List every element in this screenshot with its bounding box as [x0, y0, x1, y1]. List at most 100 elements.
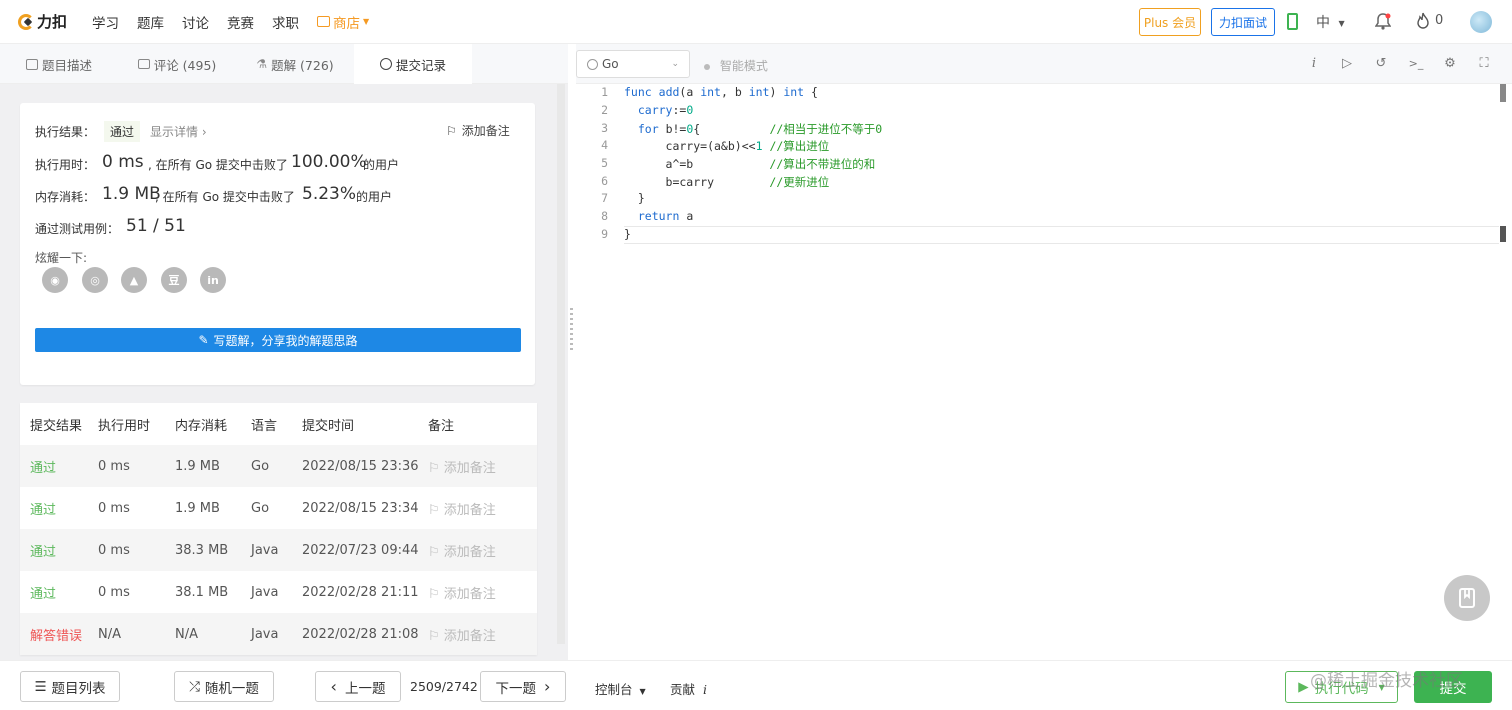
chevron-left-icon: ‹ — [330, 677, 337, 696]
language-label: 中 — [1316, 15, 1330, 31]
contribute-link[interactable]: 贡献 i — [670, 679, 707, 698]
info-icon — [587, 58, 598, 70]
plus-member-button[interactable]: Plus 会员 — [1139, 8, 1201, 36]
nav-item-discuss[interactable]: 讨论 — [182, 12, 209, 32]
points-display[interactable]: 0 — [1416, 12, 1443, 29]
language-switch[interactable]: 中 ▼ — [1316, 12, 1345, 32]
row-result[interactable]: 通过 — [20, 499, 98, 518]
row-language: Java — [251, 584, 279, 600]
row-result[interactable]: 通过 — [20, 541, 98, 560]
settings-icon[interactable]: ⚙ — [1442, 56, 1458, 72]
row-runtime: 0 ms — [98, 584, 130, 600]
table-row[interactable]: 通过 0 ms 1.9 MB Go 2022/08/15 23:36 ⚐ 添加备… — [20, 445, 537, 487]
row-result[interactable]: 解答错误 — [20, 625, 98, 644]
flag-icon: ⚐ — [428, 460, 444, 476]
nav-item-jobs[interactable]: 求职 — [272, 12, 299, 32]
comment-icon — [137, 59, 150, 69]
reset-icon[interactable]: ↺ — [1373, 56, 1389, 72]
row-date: 2022/08/15 23:34 — [302, 500, 419, 516]
qq-icon[interactable]: ▲ — [121, 267, 147, 293]
memory-text: , 在所有 Go 提交中击败了 — [155, 190, 295, 204]
mobile-icon[interactable] — [1287, 13, 1298, 30]
code-line: carry=(a&b)<<1 //算出进位 — [624, 139, 830, 153]
tab-comments[interactable]: 评论 (495) — [118, 44, 236, 84]
test-cases-label: 通过测试用例： — [35, 222, 120, 236]
line-number: 7 — [601, 191, 608, 205]
fullscreen-icon[interactable]: ⛶ — [1476, 56, 1492, 72]
nav-item-shop[interactable]: 商店 ▼ — [317, 12, 369, 32]
editor-scrollbar[interactable] — [1500, 84, 1506, 102]
drag-handle-icon[interactable] — [570, 308, 573, 350]
row-result[interactable]: 通过 — [20, 457, 98, 476]
wechat-icon[interactable]: ◉ — [42, 267, 68, 293]
avatar[interactable] — [1470, 11, 1492, 33]
show-details-link[interactable]: 显示详情 › — [150, 123, 207, 140]
weibo-icon[interactable]: ◎ — [82, 267, 108, 293]
smart-mode-toggle[interactable]: 智能模式 — [704, 57, 768, 74]
row-add-note[interactable]: ⚐ 添加备注 — [428, 583, 528, 602]
note-label: 添加备注 — [443, 628, 496, 644]
table-row[interactable]: 解答错误 N/A N/A Java 2022/02/28 21:08 ⚐ 添加备… — [20, 613, 537, 655]
douban-icon[interactable]: 豆 — [161, 267, 187, 293]
prev-problem-button[interactable]: ‹ 上一题 — [315, 671, 401, 702]
line-number: 1 — [601, 85, 608, 99]
problem-list-button[interactable]: ☰ 题目列表 — [20, 671, 120, 702]
terminal-icon[interactable]: >_ — [1408, 56, 1424, 72]
memory-percent: 5.23% — [302, 184, 357, 204]
row-add-note[interactable]: ⚐ 添加备注 — [428, 625, 528, 644]
line-number: 9 — [601, 227, 608, 241]
play-outline-icon[interactable]: ▷ — [1339, 56, 1355, 72]
next-problem-button[interactable]: 下一题 › — [480, 671, 566, 702]
row-memory: 1.9 MB — [175, 458, 220, 474]
row-language: Go — [251, 500, 270, 516]
linkedin-icon[interactable]: in — [200, 267, 226, 293]
tab-solutions[interactable]: ⚗ 题解 (726) — [236, 44, 354, 84]
problem-list-label: 题目列表 — [51, 680, 106, 697]
dot-icon — [704, 63, 710, 70]
row-date: 2022/07/23 09:44 — [302, 542, 419, 558]
add-note-label: 添加备注 — [461, 124, 510, 138]
row-runtime: 0 ms — [98, 542, 130, 558]
row-runtime: 0 ms — [98, 458, 130, 474]
row-add-note[interactable]: ⚐ 添加备注 — [428, 457, 528, 476]
console-label: 控制台 — [595, 682, 633, 697]
line-number: 6 — [601, 174, 608, 188]
panel-splitter[interactable] — [568, 84, 576, 660]
row-add-note[interactable]: ⚐ 添加备注 — [428, 499, 528, 518]
table-row[interactable]: 通过 0 ms 38.1 MB Java 2022/02/28 21:11 ⚐ … — [20, 571, 537, 613]
logo[interactable]: 力扣 — [18, 11, 74, 32]
fire-icon — [1417, 12, 1429, 29]
tab-submissions[interactable]: 提交记录 — [354, 44, 472, 84]
write-solution-button[interactable]: ✎ 写题解，分享我的解题思路 — [35, 328, 521, 352]
code-editor[interactable]: 1 2 3 4 5 6 7 8 9 func add(a int, b int)… — [576, 84, 1512, 660]
tab-description[interactable]: 题目描述 — [0, 44, 118, 84]
nav-item-contest[interactable]: 竞赛 — [227, 12, 254, 32]
line-number: 4 — [601, 138, 608, 152]
nav-item-problems[interactable]: 题库 — [137, 12, 164, 32]
interview-button[interactable]: 力扣面试 — [1211, 8, 1275, 36]
shuffle-icon: ⤮ — [189, 678, 200, 695]
table-row[interactable]: 通过 0 ms 1.9 MB Go 2022/08/15 23:34 ⚐ 添加备… — [20, 487, 537, 529]
random-problem-button[interactable]: ⤮ 随机一题 — [174, 671, 274, 702]
prev-label: 上一题 — [344, 680, 386, 697]
row-result[interactable]: 通过 — [20, 583, 98, 602]
bell-icon[interactable] — [1374, 13, 1392, 30]
table-row[interactable]: 通过 0 ms 38.3 MB Java 2022/07/23 09:44 ⚐ … — [20, 529, 537, 571]
note-label: 添加备注 — [443, 544, 496, 560]
code-line: return a — [637, 209, 694, 223]
nav-item-learn[interactable]: 学习 — [92, 12, 119, 32]
editor-toolbar: Go ⌄ 智能模式 i ▷ ↺ >_ ⚙ ⛶ — [576, 44, 1512, 84]
submissions-table: 提交结果 执行用时 内存消耗 语言 提交时间 备注 通过 0 ms 1.9 MB… — [20, 403, 537, 655]
row-runtime: N/A — [98, 626, 121, 642]
console-toggle[interactable]: 控制台 ▼ — [595, 679, 646, 698]
row-add-note[interactable]: ⚐ 添加备注 — [428, 541, 528, 560]
info-italic-icon[interactable]: i — [1306, 56, 1322, 72]
add-note-button[interactable]: ⚐ 添加备注 — [446, 122, 510, 139]
notes-button[interactable] — [1444, 575, 1490, 621]
tab-label: 提交记录 — [395, 57, 446, 73]
code-line: a^=b //算出不带进位的和 — [624, 157, 876, 171]
watermark-text: @稀土掘金技术社区 — [1310, 671, 1463, 691]
left-scrollbar[interactable] — [557, 84, 565, 644]
memory-tail: 的用户 — [356, 190, 393, 204]
language-select[interactable]: Go ⌄ — [576, 50, 690, 78]
